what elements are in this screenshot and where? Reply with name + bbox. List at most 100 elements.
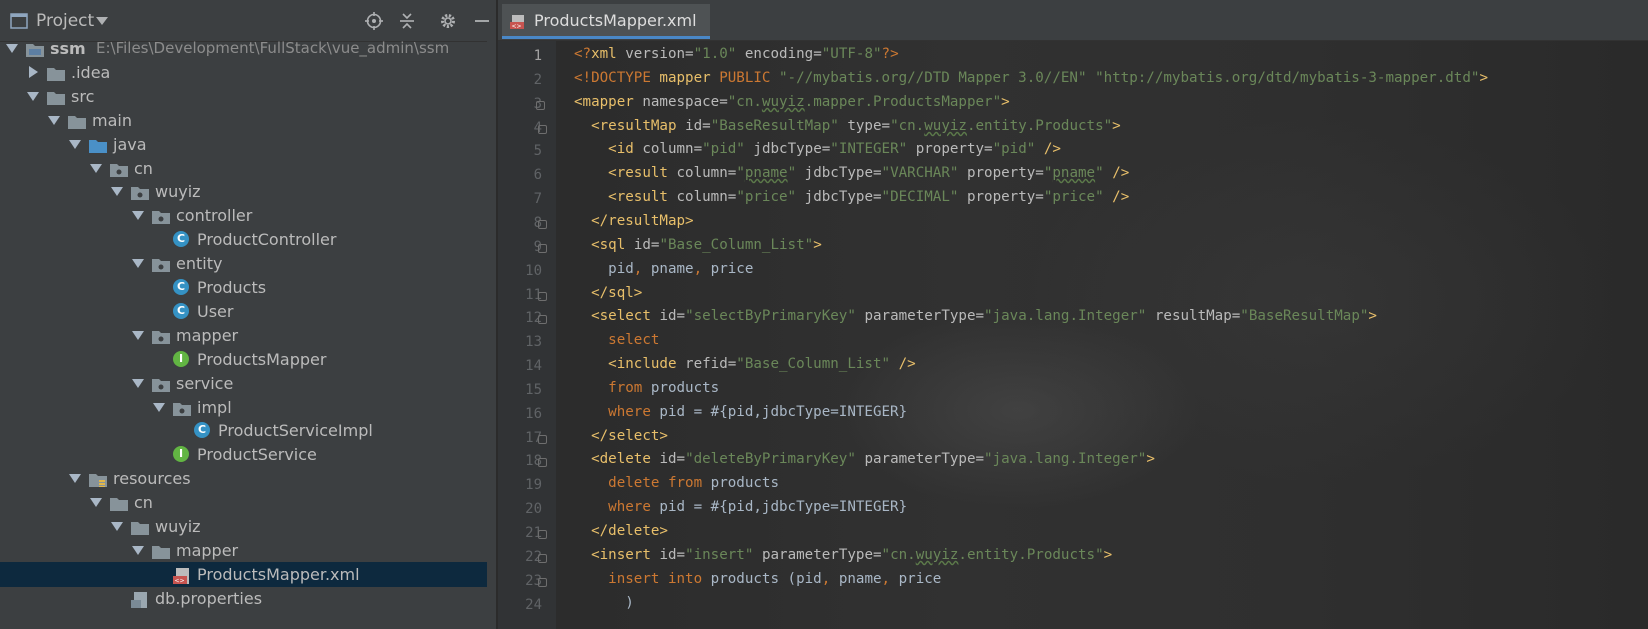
tree-item-productcontroller[interactable]: C ProductController — [0, 227, 496, 252]
code-line[interactable]: </select> — [574, 428, 668, 444]
tree-item-src[interactable]: src — [0, 84, 496, 109]
code-line[interactable]: select — [574, 332, 659, 348]
tree-item-user[interactable]: C User — [0, 299, 496, 324]
expand-arrow-down-icon[interactable] — [27, 92, 39, 101]
code-line[interactable]: <mapper namespace="cn.wuyiz.mapper.Produ… — [574, 94, 1010, 110]
module-folder-icon — [26, 40, 44, 57]
tree-item-products[interactable]: C Products — [0, 275, 496, 300]
tree-item-wuyiz[interactable]: wuyiz — [0, 514, 496, 539]
code-line[interactable]: <id column="pid" jdbcType="INTEGER" prop… — [574, 141, 1061, 157]
code-token: <sql — [591, 237, 634, 253]
project-panel-title[interactable]: Project — [36, 11, 94, 31]
line-number: 20 — [525, 501, 542, 517]
code-line[interactable]: </resultMap> — [574, 213, 694, 229]
code-line[interactable]: </sql> — [574, 285, 642, 301]
fold-marker-icon[interactable] — [538, 315, 547, 324]
tree-item-impl[interactable]: impl — [0, 395, 496, 420]
tree-item-productsmapper-xml[interactable]: <> ProductsMapper.xml — [0, 562, 496, 587]
tree-item--idea[interactable]: .idea — [0, 60, 496, 85]
tree-item-label: impl — [197, 398, 232, 417]
fold-marker-icon[interactable] — [538, 458, 547, 467]
code-token: > — [1146, 451, 1155, 467]
tree-item-mapper[interactable]: mapper — [0, 538, 496, 563]
collapse-all-icon[interactable] — [398, 12, 416, 30]
expand-arrow-down-icon[interactable] — [153, 403, 165, 412]
fold-marker-icon[interactable] — [536, 101, 545, 110]
fold-marker-icon[interactable] — [538, 292, 547, 301]
code-line[interactable]: </delete> — [574, 523, 668, 539]
tree-item-main[interactable]: main — [0, 108, 496, 133]
expand-arrow-down-icon[interactable] — [6, 44, 18, 53]
code-line[interactable]: <delete id="deleteByPrimaryKey" paramete… — [574, 451, 1155, 467]
tree-item-cn[interactable]: cn — [0, 156, 496, 181]
tab-products-mapper-xml[interactable]: <> ProductsMapper.xml — [502, 4, 710, 39]
expand-arrow-right-icon[interactable] — [29, 66, 38, 78]
code-token: <delete — [591, 451, 660, 467]
code-line[interactable]: delete from products — [574, 475, 779, 491]
expand-arrow-down-icon[interactable] — [111, 522, 123, 531]
code-token: "http://mybatis.org/dtd/mybatis-3-mapper… — [1095, 70, 1480, 86]
tree-item-controller[interactable]: controller — [0, 203, 496, 228]
tree-item-label: cn — [134, 493, 153, 512]
code-line[interactable]: pid, pname, price — [574, 261, 753, 277]
fold-marker-icon[interactable] — [538, 530, 547, 539]
expand-arrow-down-icon[interactable] — [132, 546, 144, 555]
expand-arrow-down-icon[interactable] — [48, 116, 60, 125]
fold-marker-icon[interactable] — [538, 244, 547, 253]
tree-item-resources[interactable]: resources — [0, 466, 496, 491]
tree-item-productserviceimpl[interactable]: C ProductServiceImpl — [0, 418, 496, 443]
expand-arrow-down-icon[interactable] — [132, 259, 144, 268]
tree-item-ssm[interactable]: ssm E:\Files\Development\FullStack\vue_ad… — [0, 36, 496, 61]
tree-item-db-properties[interactable]: db.properties — [0, 586, 496, 611]
tree-item-cn[interactable]: cn — [0, 490, 496, 515]
code-line[interactable]: <?xml version="1.0" encoding="UTF-8"?> — [574, 46, 899, 62]
chevron-down-icon[interactable] — [96, 16, 108, 26]
fold-marker-icon[interactable] — [538, 578, 547, 587]
code-token: property= — [907, 141, 993, 157]
expand-arrow-down-icon[interactable] — [69, 474, 81, 483]
fold-marker-icon[interactable] — [538, 220, 547, 229]
code-line[interactable]: <resultMap id="BaseResultMap" type="cn.w… — [574, 118, 1121, 134]
code-token: , — [821, 571, 831, 587]
fold-marker-icon[interactable] — [538, 435, 547, 444]
hide-panel-icon[interactable] — [473, 12, 491, 30]
tree-item-mapper[interactable]: mapper — [0, 323, 496, 348]
code-line[interactable]: <result column="price" jdbcType="DECIMAL… — [574, 189, 1129, 205]
code-line[interactable]: <result column="pname" jdbcType="VARCHAR… — [574, 165, 1129, 181]
expand-arrow-down-icon[interactable] — [90, 498, 102, 507]
code-token: from — [608, 380, 643, 396]
tree-item-wuyiz[interactable]: wuyiz — [0, 179, 496, 204]
locate-file-icon[interactable] — [365, 12, 383, 30]
code-token: > — [1479, 70, 1488, 86]
editor-scrollbar[interactable] — [1636, 41, 1648, 629]
expand-arrow-down-icon[interactable] — [132, 331, 144, 340]
expand-arrow-down-icon[interactable] — [90, 164, 102, 173]
project-tree-scrollbar[interactable] — [487, 41, 496, 629]
code-line[interactable]: <include refid="Base_Column_List" /> — [574, 356, 916, 372]
code-line[interactable]: ) — [574, 595, 634, 611]
code-line[interactable]: from products — [574, 380, 719, 396]
code-line[interactable]: <select id="selectByPrimaryKey" paramete… — [574, 308, 1377, 324]
code-line[interactable]: <insert id="insert" parameterType="cn.wu… — [574, 547, 1112, 563]
code-line[interactable]: <sql id="Base_Column_List"> — [574, 237, 822, 253]
fold-marker-icon[interactable] — [538, 125, 547, 134]
gear-icon[interactable] — [439, 12, 457, 30]
expand-arrow-down-icon[interactable] — [132, 379, 144, 388]
code-line[interactable]: <!DOCTYPE mapper PUBLIC "-//mybatis.org/… — [574, 70, 1488, 86]
fold-marker-icon[interactable] — [538, 554, 547, 563]
tree-item-productsmapper[interactable]: I ProductsMapper — [0, 347, 496, 372]
expand-arrow-down-icon[interactable] — [111, 187, 123, 196]
tree-item-java[interactable]: java — [0, 132, 496, 157]
expand-arrow-down-icon[interactable] — [132, 211, 144, 220]
tree-item-service[interactable]: service — [0, 371, 496, 396]
editor-area[interactable]: <> ProductsMapper.xml 1 2 3 4 5 6 7 8 9 10 11 12 13 1… — [498, 0, 1648, 629]
class-icon: C — [194, 422, 210, 438]
code-token: " — [1095, 165, 1104, 181]
code-line[interactable]: insert into products (pid, pname, price — [574, 571, 941, 587]
tree-item-productservice[interactable]: I ProductService — [0, 442, 496, 467]
tree-item-entity[interactable]: entity — [0, 251, 496, 276]
code-line[interactable]: where pid = #{pid,jdbcType=INTEGER} — [574, 404, 907, 420]
code-line[interactable]: where pid = #{pid,jdbcType=INTEGER} — [574, 499, 907, 515]
tree-item-label: ProductService — [197, 445, 317, 464]
expand-arrow-down-icon[interactable] — [69, 140, 81, 149]
